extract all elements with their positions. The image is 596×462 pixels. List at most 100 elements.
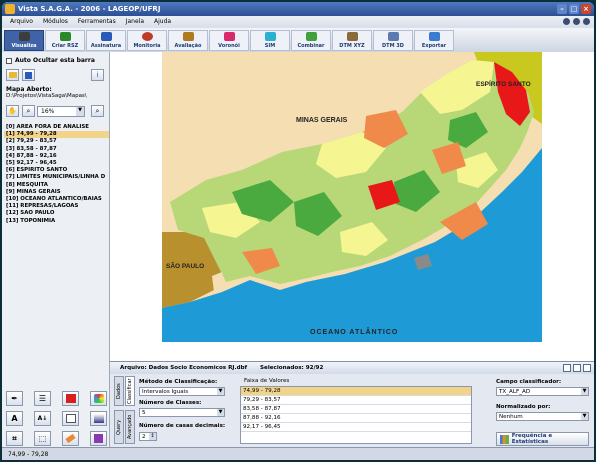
tab-avancado[interactable]: Avançado [125, 410, 135, 444]
stepper-arrows-icon: ↕ [149, 433, 156, 440]
layer-item[interactable]: [3] 83,58 - 87,87 [4, 146, 109, 153]
layer-item[interactable]: [2] 79,29 - 83,57 [4, 138, 109, 145]
mdi-restore-icon[interactable] [573, 18, 580, 25]
sort-az-icon: A↓ [37, 415, 48, 422]
layer-item[interactable]: [6] ESPÍRITO SANTO [4, 167, 109, 174]
signature-icon [100, 32, 112, 41]
bucket-icon [94, 434, 103, 443]
status-text: 74,99 - 79,28 [8, 451, 49, 458]
layer-item[interactable]: [12] SÃO PAULO [4, 210, 109, 217]
classes-select[interactable]: 5 ▼ [139, 408, 225, 417]
save-button[interactable] [22, 69, 35, 81]
avaliacao-button[interactable]: Avaliação [168, 30, 208, 51]
zoom-out-button[interactable]: ⌕ [22, 105, 35, 117]
eraser-tool-button[interactable] [62, 431, 79, 446]
range-item[interactable]: 87,88 - 92,16 [241, 414, 471, 423]
auto-hide-checkbox[interactable]: Auto Ocultar esta barra [6, 57, 95, 64]
chevron-down-icon: ▼ [581, 413, 588, 420]
menu-arquivo[interactable]: Arquivo [10, 18, 33, 28]
menu-ferramentas[interactable]: Ferramentas [78, 18, 116, 28]
exportar-button[interactable]: Exportar [414, 30, 454, 51]
layer-item[interactable]: [5] 92,17 - 96,45 [4, 160, 109, 167]
layer-item[interactable]: [9] MINAS GERAIS [4, 189, 109, 196]
layer-item[interactable]: [8] MESQUITA [4, 182, 109, 189]
sort-tool-button[interactable]: A↓ [34, 411, 51, 426]
menu-ajuda[interactable]: Ajuda [154, 18, 171, 28]
map-canvas[interactable]: MINAS GERAIS ESPÍRITO SANTO SÃO PAULO OC… [110, 52, 594, 361]
select-icon: ⬚ [38, 434, 47, 443]
assinatura-button[interactable]: Assinatura [86, 30, 126, 51]
dtm-xyz-button[interactable]: DTM XYZ [332, 30, 372, 51]
layer-item[interactable]: [11] REPRESAS/LAGOAS [4, 203, 109, 210]
normalized-select[interactable]: Nenhum ▼ [496, 412, 589, 421]
ranges-list: 74,99 - 79,28 79,29 - 83,57 83,58 - 87,8… [240, 386, 472, 444]
sim-button[interactable]: SIM [250, 30, 290, 51]
select-tool-button[interactable]: ⬚ [34, 431, 51, 446]
menu-janela[interactable]: Janela [126, 18, 144, 28]
pen-tool-button[interactable]: ✒ [6, 391, 23, 406]
gradient-button[interactable] [90, 411, 107, 426]
normalized-label: Normalizado por: [496, 404, 551, 410]
criar-rsz-button[interactable]: Criar RSZ [45, 30, 85, 51]
maximize-button[interactable]: □ [569, 4, 579, 14]
gradient-icon [93, 414, 104, 423]
range-item[interactable]: 79,29 - 83,57 [241, 396, 471, 405]
sim-icon [264, 32, 276, 41]
combinar-button[interactable]: Combinar [291, 30, 331, 51]
white-square-icon [65, 414, 76, 423]
line-color-button[interactable] [62, 411, 79, 426]
range-item-selected[interactable]: 74,99 - 79,28 [241, 387, 471, 396]
decimals-stepper[interactable]: 2 ↕ [139, 432, 157, 441]
legend-icon: ☰ [38, 394, 47, 403]
monitoria-button[interactable]: Monitoria [127, 30, 167, 51]
menu-modulos[interactable]: Módulos [43, 18, 68, 28]
field-select[interactable]: TX_ALF_AD ▼ [496, 387, 589, 396]
panel-tile-icon[interactable] [563, 364, 571, 372]
info-button[interactable]: i [91, 69, 104, 81]
palette-button[interactable] [90, 391, 107, 406]
layer-item[interactable]: [10] OCEANO ATLÂNTICO/BAÍAS [4, 196, 109, 203]
visualiza-button[interactable]: Visualiza [4, 30, 44, 51]
legend-tool-button[interactable]: ☰ [34, 391, 51, 406]
chevron-down-icon: ▼ [217, 388, 224, 395]
text-tool-button[interactable]: A [6, 411, 23, 426]
close-button[interactable]: × [581, 4, 591, 14]
layer-item[interactable]: [4] 87,88 - 92,16 [4, 153, 109, 160]
attribute-panel: Arquivo: Dados Socio Economicos RJ.dbf S… [110, 361, 594, 447]
method-select[interactable]: Intervalos Iguais ▼ [139, 387, 225, 396]
layer-item[interactable]: [7] LIMITES MUNICIPAIS/LINHA D [4, 174, 109, 181]
mdi-close-icon[interactable] [583, 18, 590, 25]
panel-restore-icon[interactable] [573, 364, 581, 372]
label-sao-paulo: SÃO PAULO [166, 261, 204, 270]
crop-tool-button[interactable]: ⌗ [6, 431, 23, 446]
checkbox-box[interactable] [6, 57, 12, 64]
fill-color-button[interactable] [62, 391, 79, 406]
palette-icon [93, 394, 104, 403]
layer-item-selected[interactable]: [1] 74,99 - 79,28 [4, 131, 109, 139]
menu-bar: Arquivo Módulos Ferramentas Janela Ajuda [2, 16, 594, 28]
panel-close-icon[interactable] [583, 364, 591, 372]
range-item[interactable]: 83,58 - 87,87 [241, 405, 471, 414]
pen-icon: ✒ [11, 394, 18, 403]
tab-classificar[interactable]: Classificar [125, 376, 135, 406]
tab-query[interactable]: Query [114, 410, 124, 444]
zoom-select[interactable]: 16% ▼ [37, 106, 85, 117]
selected-count: Selecionados: 92/92 [260, 365, 324, 371]
bucket-tool-button[interactable] [90, 431, 107, 446]
layer-item[interactable]: [0] ÁREA FORA DE ANÁLISE [4, 124, 109, 131]
statistics-button[interactable]: Frequência e Estatísticas [496, 432, 589, 446]
pan-button[interactable]: ✋ [6, 105, 19, 117]
tab-dados[interactable]: Dados [114, 376, 124, 406]
mdi-minimize-icon[interactable] [563, 18, 570, 25]
app-icon [5, 4, 15, 14]
bar-chart-icon [500, 434, 509, 444]
range-item[interactable]: 92,17 - 96,45 [241, 423, 471, 432]
minimize-button[interactable]: – [557, 4, 567, 14]
voronoi-button[interactable]: Voronói [209, 30, 249, 51]
red-square-icon [65, 394, 76, 403]
zoom-in-button[interactable]: ⌕ [91, 105, 104, 117]
dtm-3d-button[interactable]: DTM 3D [373, 30, 413, 51]
open-folder-button[interactable] [6, 69, 19, 81]
combine-icon [305, 32, 317, 41]
layer-item[interactable]: [13] TOPONÍMIA [4, 218, 109, 225]
